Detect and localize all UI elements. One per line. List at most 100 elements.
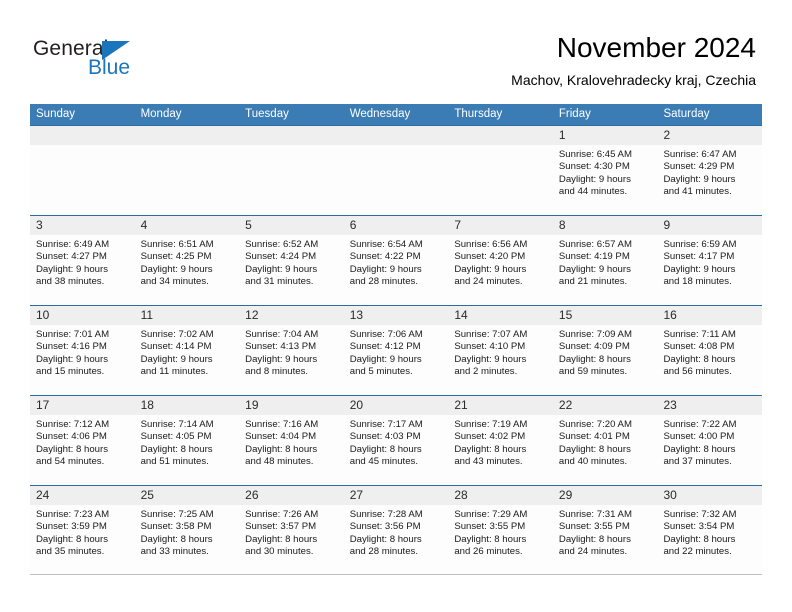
day-cell[interactable]: 9 Sunrise: 6:59 AM Sunset: 4:17 PM Daylight…	[657, 216, 763, 305]
day-number: 29	[552, 486, 658, 505]
title-block: November 2024 Machov, Kralovehradecky kr…	[511, 32, 756, 88]
sunset-text: Sunset: 4:22 PM	[349, 251, 421, 263]
day-number: 26	[239, 486, 344, 505]
day-cell[interactable]: 17 Sunrise: 7:12 AM Sunset: 4:06 PM Dayligh…	[30, 396, 135, 485]
day-cell[interactable]: 23 Sunrise: 7:22 AM Sunset: 4:00 PM Dayligh…	[657, 396, 763, 485]
daylight-text-line2: and 15 minutes.	[36, 366, 105, 378]
sunset-text: Sunset: 4:01 PM	[558, 431, 630, 443]
daylight-text-line2: and 24 minutes.	[558, 546, 628, 558]
day-cell[interactable]	[448, 126, 553, 215]
sunrise-text: Sunrise: 6:57 AM	[558, 239, 632, 250]
day-cell[interactable]: 6 Sunrise: 6:54 AM Sunset: 4:22 PM Daylight…	[343, 216, 449, 305]
day-number: 19	[239, 396, 344, 415]
day-cell[interactable]: 14 Sunrise: 7:07 AM Sunset: 4:10 PM Dayligh…	[448, 306, 553, 395]
day-cell[interactable]: 12 Sunrise: 7:04 AM Sunset: 4:13 PM Dayligh…	[239, 306, 344, 395]
general-blue-logo[interactable]: General Blue	[33, 38, 163, 84]
daylight-text-line2: and 21 minutes.	[558, 276, 628, 288]
day-number: 21	[448, 396, 553, 415]
day-cell[interactable]	[343, 126, 449, 215]
day-info: Sunrise: 6:56 AM Sunset: 4:20 PM Daylight:…	[448, 235, 553, 289]
day-cell[interactable]: 13 Sunrise: 7:06 AM Sunset: 4:12 PM Dayligh…	[343, 306, 449, 395]
weekday-header-saturday: Saturday	[663, 108, 710, 120]
daylight-text-line1: Daylight: 9 hours	[558, 263, 631, 275]
day-info	[239, 145, 344, 149]
day-info: Sunrise: 7:25 AM Sunset: 3:58 PM Daylight:…	[135, 505, 240, 559]
day-cell[interactable]: 26 Sunrise: 7:26 AM Sunset: 3:57 PM Dayligh…	[239, 486, 344, 574]
sunset-text: Sunset: 4:25 PM	[140, 251, 212, 263]
daylight-text-line1: Daylight: 8 hours	[36, 443, 108, 455]
day-number: 1	[552, 126, 658, 145]
daylight-text-line1: Daylight: 8 hours	[663, 443, 736, 455]
daylight-text-line1: Daylight: 9 hours	[454, 263, 527, 275]
day-number: 20	[343, 396, 449, 415]
day-cell[interactable]: 24 Sunrise: 7:23 AM Sunset: 3:59 PM Dayligh…	[30, 486, 135, 574]
day-info: Sunrise: 7:16 AM Sunset: 4:04 PM Daylight:…	[239, 415, 344, 469]
daylight-text-line1: Daylight: 9 hours	[558, 173, 631, 185]
day-cell[interactable]: 1 Sunrise: 6:45 AM Sunset: 4:30 PM Daylight…	[552, 126, 658, 215]
day-cell[interactable]: 20 Sunrise: 7:17 AM Sunset: 4:03 PM Dayligh…	[343, 396, 449, 485]
sunset-text: Sunset: 3:54 PM	[663, 521, 735, 533]
day-cell[interactable]: 10 Sunrise: 7:01 AM Sunset: 4:16 PM Dayligh…	[30, 306, 135, 395]
day-number: 28	[448, 486, 553, 505]
day-cell[interactable]: 30 Sunrise: 7:32 AM Sunset: 3:54 PM Dayligh…	[657, 486, 763, 574]
sunrise-text: Sunrise: 6:52 AM	[245, 239, 319, 250]
day-info: Sunrise: 7:12 AM Sunset: 4:06 PM Daylight:…	[30, 415, 135, 469]
day-cell[interactable]: 2 Sunrise: 6:47 AM Sunset: 4:29 PM Daylight…	[657, 126, 763, 215]
day-info: Sunrise: 6:49 AM Sunset: 4:27 PM Daylight:…	[30, 235, 135, 289]
day-cell[interactable]: 21 Sunrise: 7:19 AM Sunset: 4:02 PM Dayligh…	[448, 396, 553, 485]
daylight-text-line2: and 2 minutes.	[454, 366, 518, 378]
sunrise-text: Sunrise: 7:07 AM	[454, 329, 528, 340]
daylight-text-line1: Daylight: 8 hours	[349, 443, 422, 455]
sunset-text: Sunset: 3:55 PM	[558, 521, 630, 533]
daylight-text-line2: and 38 minutes.	[36, 276, 105, 288]
daylight-text-line2: and 34 minutes.	[140, 276, 209, 288]
day-cell[interactable]: 27 Sunrise: 7:28 AM Sunset: 3:56 PM Dayligh…	[343, 486, 449, 574]
day-info: Sunrise: 7:09 AM Sunset: 4:09 PM Daylight:…	[553, 325, 658, 379]
day-number: 8	[552, 216, 658, 235]
day-number: 10	[30, 306, 135, 325]
daylight-text-line2: and 26 minutes.	[454, 546, 523, 558]
weekday-header-row: Sunday Monday Tuesday Wednesday Thursday…	[30, 104, 762, 125]
daylight-text-line2: and 28 minutes.	[349, 276, 419, 288]
daylight-text-line2: and 18 minutes.	[663, 276, 732, 288]
day-cell[interactable]: 7 Sunrise: 6:56 AM Sunset: 4:20 PM Daylight…	[448, 216, 553, 305]
sunrise-text: Sunrise: 6:54 AM	[349, 239, 423, 250]
sunrise-text: Sunrise: 6:47 AM	[663, 149, 737, 160]
daylight-text-line2: and 31 minutes.	[245, 276, 314, 288]
day-number: 17	[30, 396, 135, 415]
daylight-text-line1: Daylight: 8 hours	[245, 443, 318, 455]
day-number: 24	[30, 486, 135, 505]
day-cell[interactable]: 4 Sunrise: 6:51 AM Sunset: 4:25 PM Daylight…	[134, 216, 240, 305]
day-cell[interactable]: 11 Sunrise: 7:02 AM Sunset: 4:14 PM Dayligh…	[134, 306, 240, 395]
day-cell[interactable]: 15 Sunrise: 7:09 AM Sunset: 4:09 PM Dayligh…	[552, 306, 658, 395]
sunrise-text: Sunrise: 7:17 AM	[349, 419, 423, 430]
day-cell[interactable]: 29 Sunrise: 7:31 AM Sunset: 3:55 PM Dayligh…	[552, 486, 658, 574]
daylight-text-line2: and 37 minutes.	[663, 456, 732, 468]
daylight-text-line2: and 51 minutes.	[140, 456, 209, 468]
sunset-text: Sunset: 3:59 PM	[36, 521, 107, 533]
day-cell[interactable]: 25 Sunrise: 7:25 AM Sunset: 3:58 PM Dayligh…	[134, 486, 240, 574]
day-info: Sunrise: 7:26 AM Sunset: 3:57 PM Daylight:…	[239, 505, 344, 559]
day-info: Sunrise: 6:59 AM Sunset: 4:17 PM Daylight:…	[657, 235, 762, 289]
day-cell[interactable]: 22 Sunrise: 7:20 AM Sunset: 4:01 PM Dayligh…	[552, 396, 658, 485]
sunrise-text: Sunrise: 7:02 AM	[140, 329, 214, 340]
weekday-header-monday: Monday	[140, 108, 182, 120]
day-cell[interactable]: 28 Sunrise: 7:29 AM Sunset: 3:55 PM Dayligh…	[448, 486, 553, 574]
daylight-text-line2: and 35 minutes.	[36, 546, 105, 558]
day-cell[interactable]: 19 Sunrise: 7:16 AM Sunset: 4:04 PM Dayligh…	[239, 396, 344, 485]
weekday-header-wednesday: Wednesday	[349, 108, 411, 120]
daylight-text-line2: and 48 minutes.	[245, 456, 314, 468]
day-cell[interactable]: 16 Sunrise: 7:11 AM Sunset: 4:08 PM Dayligh…	[657, 306, 763, 395]
day-cell[interactable]	[239, 126, 344, 215]
day-cell[interactable]	[134, 126, 240, 215]
day-cell[interactable]: 3 Sunrise: 6:49 AM Sunset: 4:27 PM Daylight…	[30, 216, 135, 305]
day-cell[interactable]: 18 Sunrise: 7:14 AM Sunset: 4:05 PM Dayligh…	[134, 396, 240, 485]
day-number: 3	[30, 216, 135, 235]
sunrise-text: Sunrise: 7:01 AM	[36, 329, 110, 340]
day-cell[interactable]	[30, 126, 135, 215]
day-cell[interactable]: 5 Sunrise: 6:52 AM Sunset: 4:24 PM Daylight…	[239, 216, 344, 305]
sunrise-text: Sunrise: 7:22 AM	[663, 419, 737, 430]
sunrise-text: Sunrise: 7:14 AM	[140, 419, 214, 430]
day-cell[interactable]: 8 Sunrise: 6:57 AM Sunset: 4:19 PM Daylight…	[552, 216, 658, 305]
sunset-text: Sunset: 4:09 PM	[558, 341, 630, 353]
